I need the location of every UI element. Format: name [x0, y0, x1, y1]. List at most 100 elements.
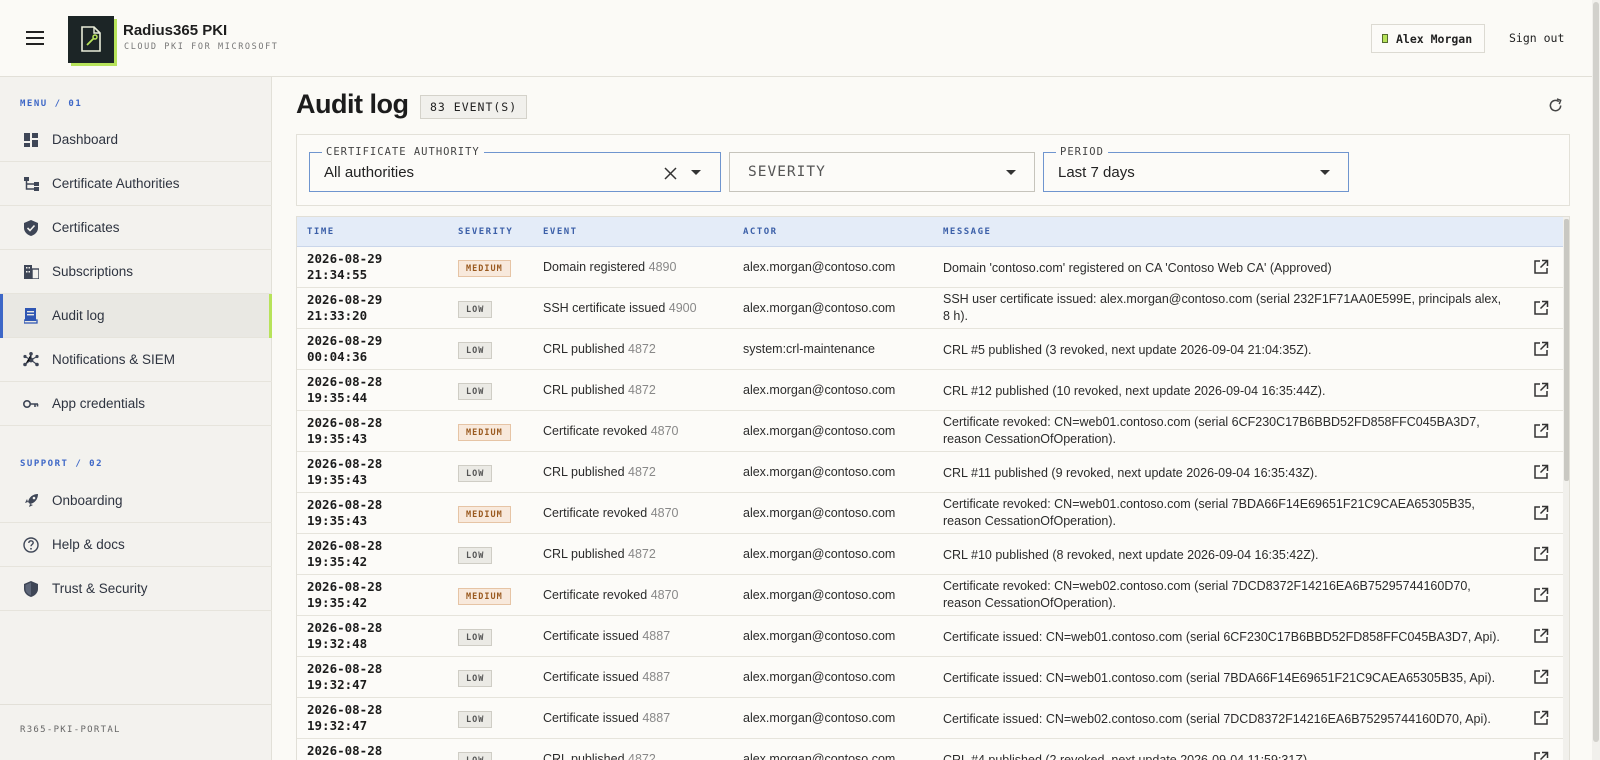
menu-icon[interactable] [26, 31, 44, 45]
column-header-message[interactable]: MESSAGE [943, 227, 991, 237]
severity-badge: LOW [458, 629, 493, 646]
event-name: Certificate revoked [543, 588, 648, 602]
cell-event: CRL published 4872 [543, 342, 656, 356]
sidebar-item-audit-log[interactable]: Audit log [0, 294, 272, 338]
event-code: 4872 [628, 383, 656, 397]
cell-date: 2026-08-28 [307, 661, 383, 676]
table-row[interactable]: 2026-08-28 19:32:48 LOW Certificate issued … [297, 616, 1563, 657]
sidebar-item-certificate-authorities[interactable]: Certificate Authorities [0, 162, 272, 206]
sidebar-item-label: Onboarding [52, 493, 123, 508]
sidebar-item-certificates[interactable]: Certificates [0, 206, 272, 250]
event-code: 4872 [628, 342, 656, 356]
table-row[interactable]: 2026-08-29 00:04:36 LOW CRL published 4872 s… [297, 329, 1563, 370]
sidebar-item-dashboard[interactable]: Dashboard [0, 118, 272, 162]
table-row[interactable]: 2026-08-28 19:32:47 LOW Certificate issued … [297, 657, 1563, 698]
open-external-icon[interactable] [1533, 751, 1549, 760]
cell-clock: 19:35:43 [307, 431, 368, 446]
cell-clock: 00:04:36 [307, 349, 368, 364]
column-header-severity[interactable]: SEVERITY [458, 227, 513, 237]
audit-table: TIME SEVERITY EVENT ACTOR MESSAGE 2026-0… [296, 216, 1570, 760]
cell-date: 2026-08-29 [307, 333, 383, 348]
severity-badge: MEDIUM [458, 424, 511, 441]
cell-date: 2026-08-28 [307, 374, 383, 389]
column-header-time[interactable]: TIME [307, 227, 335, 237]
cell-event: Certificate revoked 4870 [543, 424, 679, 438]
event-code: 4872 [628, 547, 656, 561]
sidebar-item-trust-security[interactable]: Trust & Security [0, 567, 272, 611]
open-external-icon[interactable] [1533, 464, 1549, 484]
chevron-down-icon[interactable] [1006, 170, 1016, 175]
event-code: 4870 [650, 588, 679, 602]
open-external-icon[interactable] [1533, 259, 1549, 279]
cell-date: 2026-08-28 [307, 538, 383, 553]
page-scrollbar[interactable] [1592, 0, 1600, 760]
event-code: 4872 [628, 752, 656, 760]
ca-select-value: All authorities [324, 164, 415, 181]
event-name: CRL published [543, 752, 625, 760]
table-row[interactable]: 2026-08-28 19:35:42 MEDIUM Certificate revo… [297, 575, 1563, 616]
table-row[interactable]: 2026-08-28 19:35:42 LOW CRL published 4872 a… [297, 534, 1563, 575]
table-row[interactable]: 2026-08-29 21:34:55 MEDIUM Domain registere… [297, 247, 1563, 288]
sidebar-item-onboarding[interactable]: Onboarding [0, 479, 272, 523]
open-external-icon[interactable] [1533, 341, 1549, 361]
cell-event: Certificate revoked 4870 [543, 588, 679, 602]
sidebar-item-label: Subscriptions [52, 264, 134, 279]
cell-date: 2026-08-28 [307, 743, 383, 758]
cell-clock: 21:34:55 [307, 267, 368, 282]
scrollbar-thumb[interactable] [1564, 219, 1569, 481]
event-name: CRL published [543, 342, 625, 356]
chevron-down-icon[interactable] [1320, 170, 1330, 175]
table-row[interactable]: 2026-08-28 19:35:44 LOW CRL published 4872 a… [297, 370, 1563, 411]
user-status-icon [1382, 34, 1388, 43]
cell-date: 2026-08-28 [307, 702, 383, 717]
sidebar-item-app-credentials[interactable]: App credentials [0, 382, 272, 426]
open-external-icon[interactable] [1533, 382, 1549, 402]
page-scrollbar-thumb[interactable] [1593, 2, 1599, 742]
severity-select[interactable]: SEVERITY [729, 152, 1035, 192]
brand-logo[interactable] [68, 16, 114, 63]
open-external-icon[interactable] [1533, 628, 1549, 648]
chevron-down-icon[interactable] [691, 170, 701, 175]
open-external-icon[interactable] [1533, 669, 1549, 689]
cell-time: 2026-08-29 21:33:20 [307, 292, 382, 324]
sign-out-button[interactable]: Sign out [1509, 31, 1564, 45]
table-row[interactable]: 2026-08-29 21:33:20 LOW SSH certificate iss… [297, 288, 1563, 329]
sidebar-item-subscriptions[interactable]: Subscriptions [0, 250, 272, 294]
document-key-icon [81, 26, 101, 52]
table-row[interactable]: 2026-08-28 19:32:47 LOW Certificate issued … [297, 698, 1563, 739]
cell-event: CRL published 4872 [543, 465, 656, 479]
open-external-icon[interactable] [1533, 546, 1549, 566]
cell-date: 2026-08-28 [307, 579, 383, 594]
sidebar-item-label: Certificates [52, 220, 120, 235]
sidebar-item-help-docs[interactable]: Help & docs [0, 523, 272, 567]
clear-icon[interactable] [664, 165, 677, 184]
table-row[interactable]: 2026-08-28 19:35:43 MEDIUM Certificate revo… [297, 411, 1563, 452]
table-row[interactable]: 2026-08-28 LOW CRL published 4872 alex.morg… [297, 739, 1563, 760]
column-header-event[interactable]: EVENT [543, 227, 578, 237]
cell-time: 2026-08-28 19:35:43 [307, 497, 382, 529]
cell-actor: alex.morgan@contoso.com [743, 711, 896, 725]
menu-section-label: MENU / 01 [20, 99, 83, 109]
user-menu-button[interactable]: Alex Morgan [1371, 24, 1485, 53]
cell-time: 2026-08-28 19:32:47 [307, 661, 382, 693]
table-row[interactable]: 2026-08-28 19:35:43 MEDIUM Certificate revo… [297, 493, 1563, 534]
severity-badge: LOW [458, 670, 493, 687]
open-external-icon[interactable] [1533, 710, 1549, 730]
sidebar-item-label: Dashboard [52, 132, 119, 147]
ca-select[interactable]: CERTIFICATE AUTHORITY All authorities [309, 146, 721, 192]
table-scrollbar[interactable] [1563, 217, 1569, 760]
severity-badge: LOW [458, 711, 493, 728]
refresh-button[interactable] [1548, 98, 1563, 117]
open-external-icon[interactable] [1533, 587, 1549, 607]
open-external-icon[interactable] [1533, 505, 1549, 525]
column-header-actor[interactable]: ACTOR [743, 227, 778, 237]
open-external-icon[interactable] [1533, 423, 1549, 443]
cell-event: Certificate issued 4887 [543, 670, 670, 684]
open-external-icon[interactable] [1533, 300, 1549, 320]
table-row[interactable]: 2026-08-28 19:35:43 LOW CRL published 4872 a… [297, 452, 1563, 493]
event-count-badge: 83 EVENT(S) [420, 95, 528, 119]
cell-event: CRL published 4872 [543, 752, 656, 760]
sidebar-item-notifications-siem[interactable]: Notifications & SIEM [0, 338, 272, 382]
cell-message: SSH user certificate issued: alex.morgan… [943, 292, 1502, 323]
period-select[interactable]: PERIOD Last 7 days [1043, 146, 1349, 192]
